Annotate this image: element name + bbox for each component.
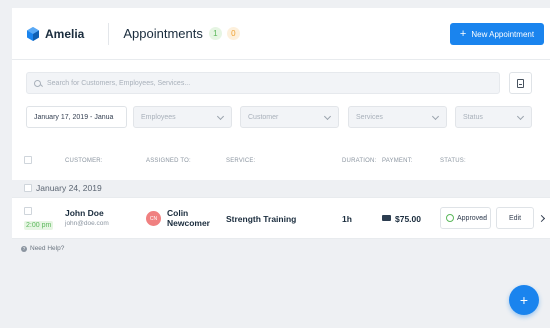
table-row[interactable]: 2:00 pm John Doe john@doe.com CN Colin N… [12, 197, 550, 239]
payment-column-header: PAYMENT: [382, 158, 413, 164]
date-range-picker[interactable]: January 17, 2019 - Janua [26, 106, 127, 128]
edit-button[interactable]: Edit [496, 207, 534, 229]
filters-section: Search for Customers, Employees, Service… [12, 60, 550, 140]
status-placeholder: Status [463, 113, 483, 121]
amelia-logo-icon [27, 26, 39, 41]
add-appointment-fab[interactable]: + [509, 285, 539, 315]
status-dropdown[interactable]: Approved [440, 207, 491, 229]
new-appointment-button[interactable]: + New Appointment [450, 23, 544, 45]
need-help-label: Need Help? [30, 245, 65, 252]
customer-column-header: CUSTOMER: [65, 158, 103, 164]
customer-email: john@doe.com [65, 220, 109, 227]
search-placeholder: Search for Customers, Employees, Service… [47, 79, 191, 87]
appointment-time: 2:00 pm [24, 221, 54, 230]
services-select[interactable]: Services [348, 106, 447, 128]
employees-select[interactable]: Employees [133, 106, 232, 128]
date-group-header: January 24, 2019 [12, 180, 550, 197]
plus-icon: + [519, 292, 529, 308]
status-column-header: STATUS: [440, 158, 466, 164]
search-icon [34, 79, 41, 87]
service-column-header: SERVICE: [226, 158, 256, 164]
assigned-column-header: ASSIGNED TO: [146, 158, 191, 164]
export-button[interactable] [509, 72, 532, 94]
duration-column-header: DURATION: [342, 158, 377, 164]
new-appointment-label: New Appointment [471, 29, 535, 39]
edit-label: Edit [508, 214, 522, 222]
approved-count-badge: 1 [208, 27, 222, 40]
chevron-right-icon[interactable] [537, 214, 546, 223]
employees-placeholder: Employees [141, 113, 176, 121]
customer-select[interactable]: Customer [240, 106, 339, 128]
customer-placeholder: Customer [248, 113, 279, 121]
employee-name: Colin Newcomer [167, 208, 210, 228]
page-title: Appointments [123, 26, 203, 41]
plus-icon: + [459, 28, 467, 40]
date-range-value: January 17, 2019 - Janua [34, 113, 114, 121]
appointments-panel: Amelia Appointments 1 0 + New Appointmen… [12, 8, 550, 239]
services-placeholder: Services [356, 113, 383, 121]
service-name: Strength Training [226, 214, 297, 224]
date-group-checkbox[interactable] [24, 184, 32, 192]
chevron-down-icon [323, 112, 332, 121]
row-checkbox[interactable] [24, 207, 32, 215]
table-header: CUSTOMER: ASSIGNED TO: SERVICE: DURATION… [12, 140, 550, 180]
header-divider [108, 22, 110, 45]
select-all-checkbox[interactable] [24, 156, 32, 164]
cash-icon [382, 215, 391, 221]
approved-status-icon [446, 214, 454, 222]
logo-text: Amelia [45, 26, 85, 41]
status-select[interactable]: Status [455, 106, 532, 128]
chevron-down-icon [516, 112, 525, 121]
avatar: CN [146, 211, 161, 226]
search-input[interactable]: Search for Customers, Employees, Service… [26, 72, 500, 94]
payment-amount: $75.00 [395, 214, 421, 224]
chevron-down-icon [431, 112, 440, 121]
need-help-link[interactable]: ? Need Help? [21, 245, 64, 252]
page-header: Amelia Appointments 1 0 + New Appointmen… [12, 8, 550, 60]
amelia-logo[interactable]: Amelia [26, 26, 85, 41]
duration-value: 1h [342, 214, 352, 224]
customer-name: John Doe [65, 208, 104, 218]
pending-count-badge: 0 [226, 27, 240, 40]
help-icon: ? [21, 245, 27, 252]
chevron-down-icon [216, 112, 225, 121]
date-group-label: January 24, 2019 [36, 183, 102, 193]
export-document-icon [517, 78, 524, 88]
